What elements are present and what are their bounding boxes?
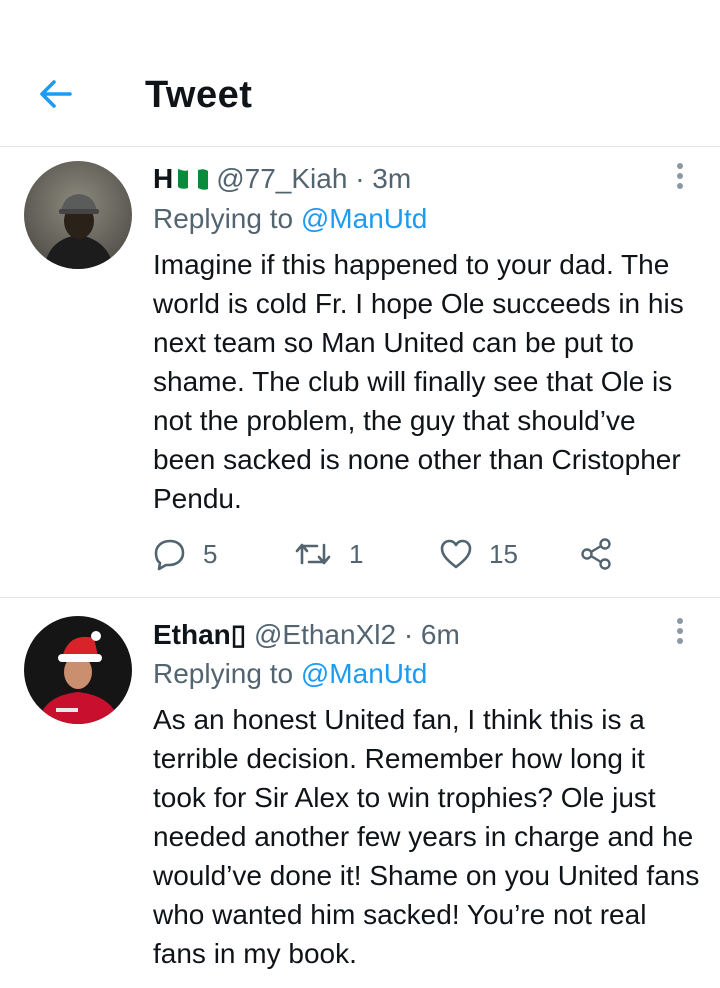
more-vertical-icon [677, 163, 683, 189]
like-button[interactable]: 15 [439, 534, 518, 574]
user-avatar-image [24, 161, 132, 269]
reply-count: 5 [203, 538, 218, 569]
retweet-icon [295, 543, 331, 565]
replying-to-label: Replying to [153, 203, 294, 234]
replying-to-label: Replying to [153, 658, 294, 689]
reply-button[interactable]: 5 [153, 534, 217, 574]
arrow-left-icon [40, 80, 72, 108]
page-title: Tweet [145, 74, 253, 116]
back-button[interactable] [36, 74, 76, 114]
more-vertical-icon [677, 618, 683, 644]
user-handle[interactable]: @EthanXl2 [254, 619, 396, 650]
mention-link[interactable]: @ManUtd [301, 658, 427, 689]
retweet-button[interactable]: 1 [293, 534, 363, 574]
share-icon [581, 538, 611, 570]
user-handle[interactable]: @77_Kiah [216, 163, 347, 194]
tweet-reply[interactable]: H @77_Kiah · 3m Replying to @ManUtd Imagi… [0, 147, 720, 598]
replying-to: Replying to @ManUtd [153, 658, 427, 690]
more-options-button[interactable] [668, 161, 692, 191]
tweet-header: H @77_Kiah · 3m [153, 163, 411, 195]
top-bar: Tweet [0, 0, 720, 147]
user-avatar-image [24, 616, 132, 724]
tweet-actions: 5 1 15 [153, 534, 673, 574]
tweet-timestamp[interactable]: · 6m [404, 619, 460, 650]
retweet-count: 1 [349, 538, 364, 569]
reply-icon [154, 539, 185, 571]
tweet-timestamp[interactable]: · 3m [355, 163, 411, 194]
avatar[interactable] [24, 161, 132, 269]
replying-to: Replying to @ManUtd [153, 203, 427, 235]
more-options-button[interactable] [668, 616, 692, 646]
tweet-text: As an honest United fan, I think this is… [153, 704, 700, 969]
display-name[interactable]: H [153, 163, 173, 194]
share-button[interactable] [579, 534, 613, 574]
mention-link[interactable]: @ManUtd [301, 203, 427, 234]
tweet-reply[interactable]: Ethan▯ @EthanXl2 · 6m Replying to @ManUt… [0, 598, 720, 988]
tweet-text: Imagine if this happened to your dad. Th… [153, 249, 684, 514]
heart-icon [440, 539, 472, 569]
nigeria-flag-icon [178, 169, 209, 190]
like-count: 15 [489, 538, 518, 569]
avatar[interactable] [24, 616, 132, 724]
tweet-header: Ethan▯ @EthanXl2 · 6m [153, 618, 460, 651]
display-name[interactable]: Ethan▯ [153, 619, 246, 650]
